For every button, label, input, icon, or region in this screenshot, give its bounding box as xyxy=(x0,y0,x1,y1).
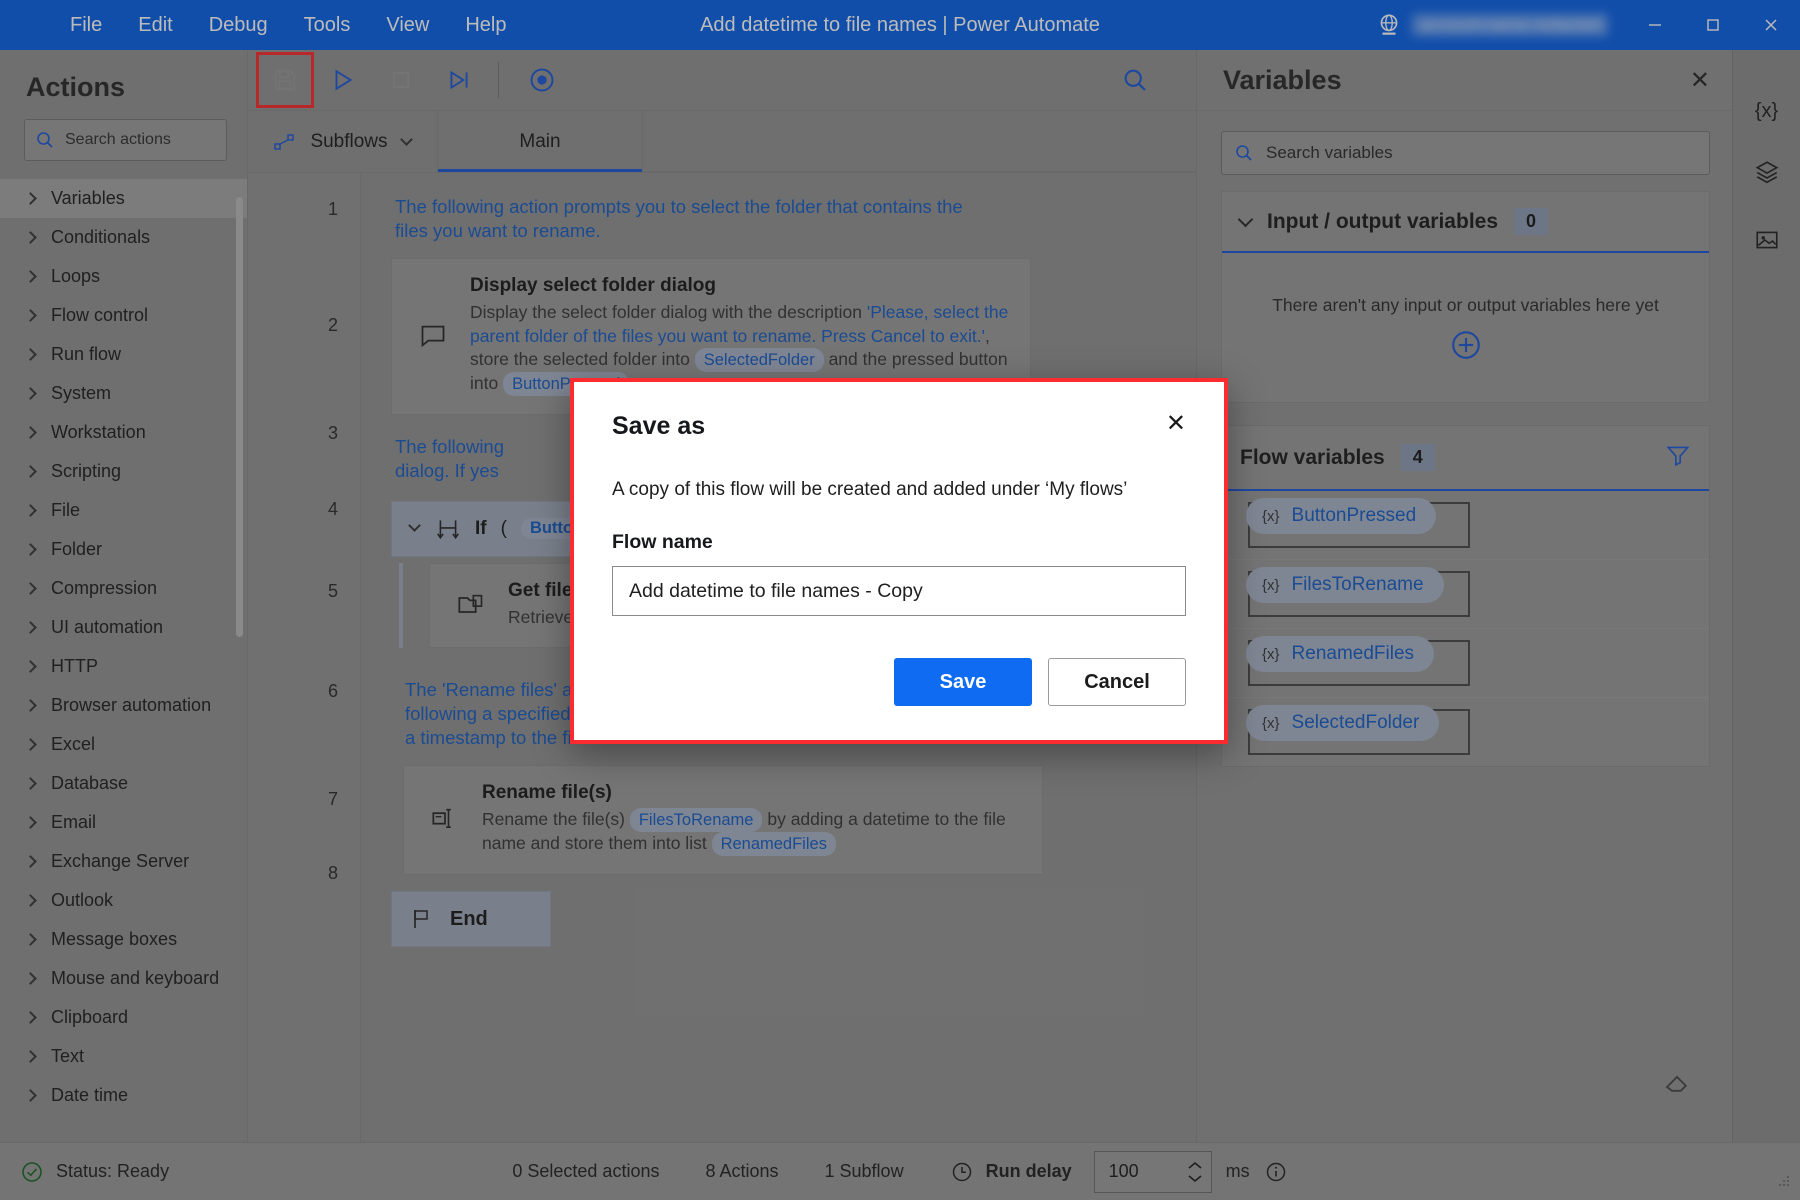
dialog-subtitle: A copy of this flow will be created and … xyxy=(612,479,1186,501)
cancel-dialog-button[interactable]: Cancel xyxy=(1048,658,1186,706)
save-as-dialog: Save as ✕ A copy of this flow will be cr… xyxy=(570,378,1228,744)
dialog-title: Save as xyxy=(612,412,705,441)
save-dialog-button[interactable]: Save xyxy=(894,658,1032,706)
flow-name-label: Flow name xyxy=(612,531,1186,554)
dialog-header: Save as ✕ xyxy=(612,412,1186,441)
dialog-buttons: Save Cancel xyxy=(612,658,1186,706)
power-automate-window: File Edit Debug Tools View Help Add date… xyxy=(0,0,1800,1200)
flow-name-input[interactable]: Add datetime to file names - Copy xyxy=(612,566,1186,616)
dialog-close-button[interactable]: ✕ xyxy=(1166,412,1186,436)
